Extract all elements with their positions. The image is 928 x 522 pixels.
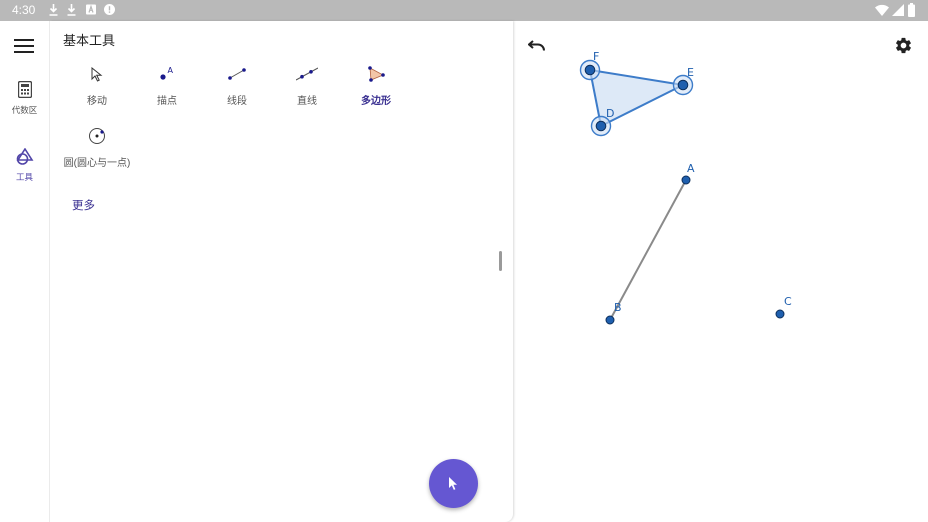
geometry-layer: A B C D E F (579, 50, 792, 325)
point-label-f: F (593, 50, 599, 63)
point-b[interactable] (605, 315, 615, 325)
point-label-c: C (784, 295, 792, 308)
point-c[interactable] (775, 309, 785, 319)
point-label-e: E (687, 66, 694, 79)
point-e[interactable] (677, 79, 689, 91)
point-a[interactable] (681, 175, 691, 185)
point-f[interactable] (584, 64, 596, 76)
point-d[interactable] (595, 120, 607, 132)
point-label-b: B (614, 301, 622, 314)
point-label-a: A (687, 162, 695, 175)
segment-ab[interactable] (609, 179, 687, 321)
point-label-d: D (606, 107, 614, 120)
